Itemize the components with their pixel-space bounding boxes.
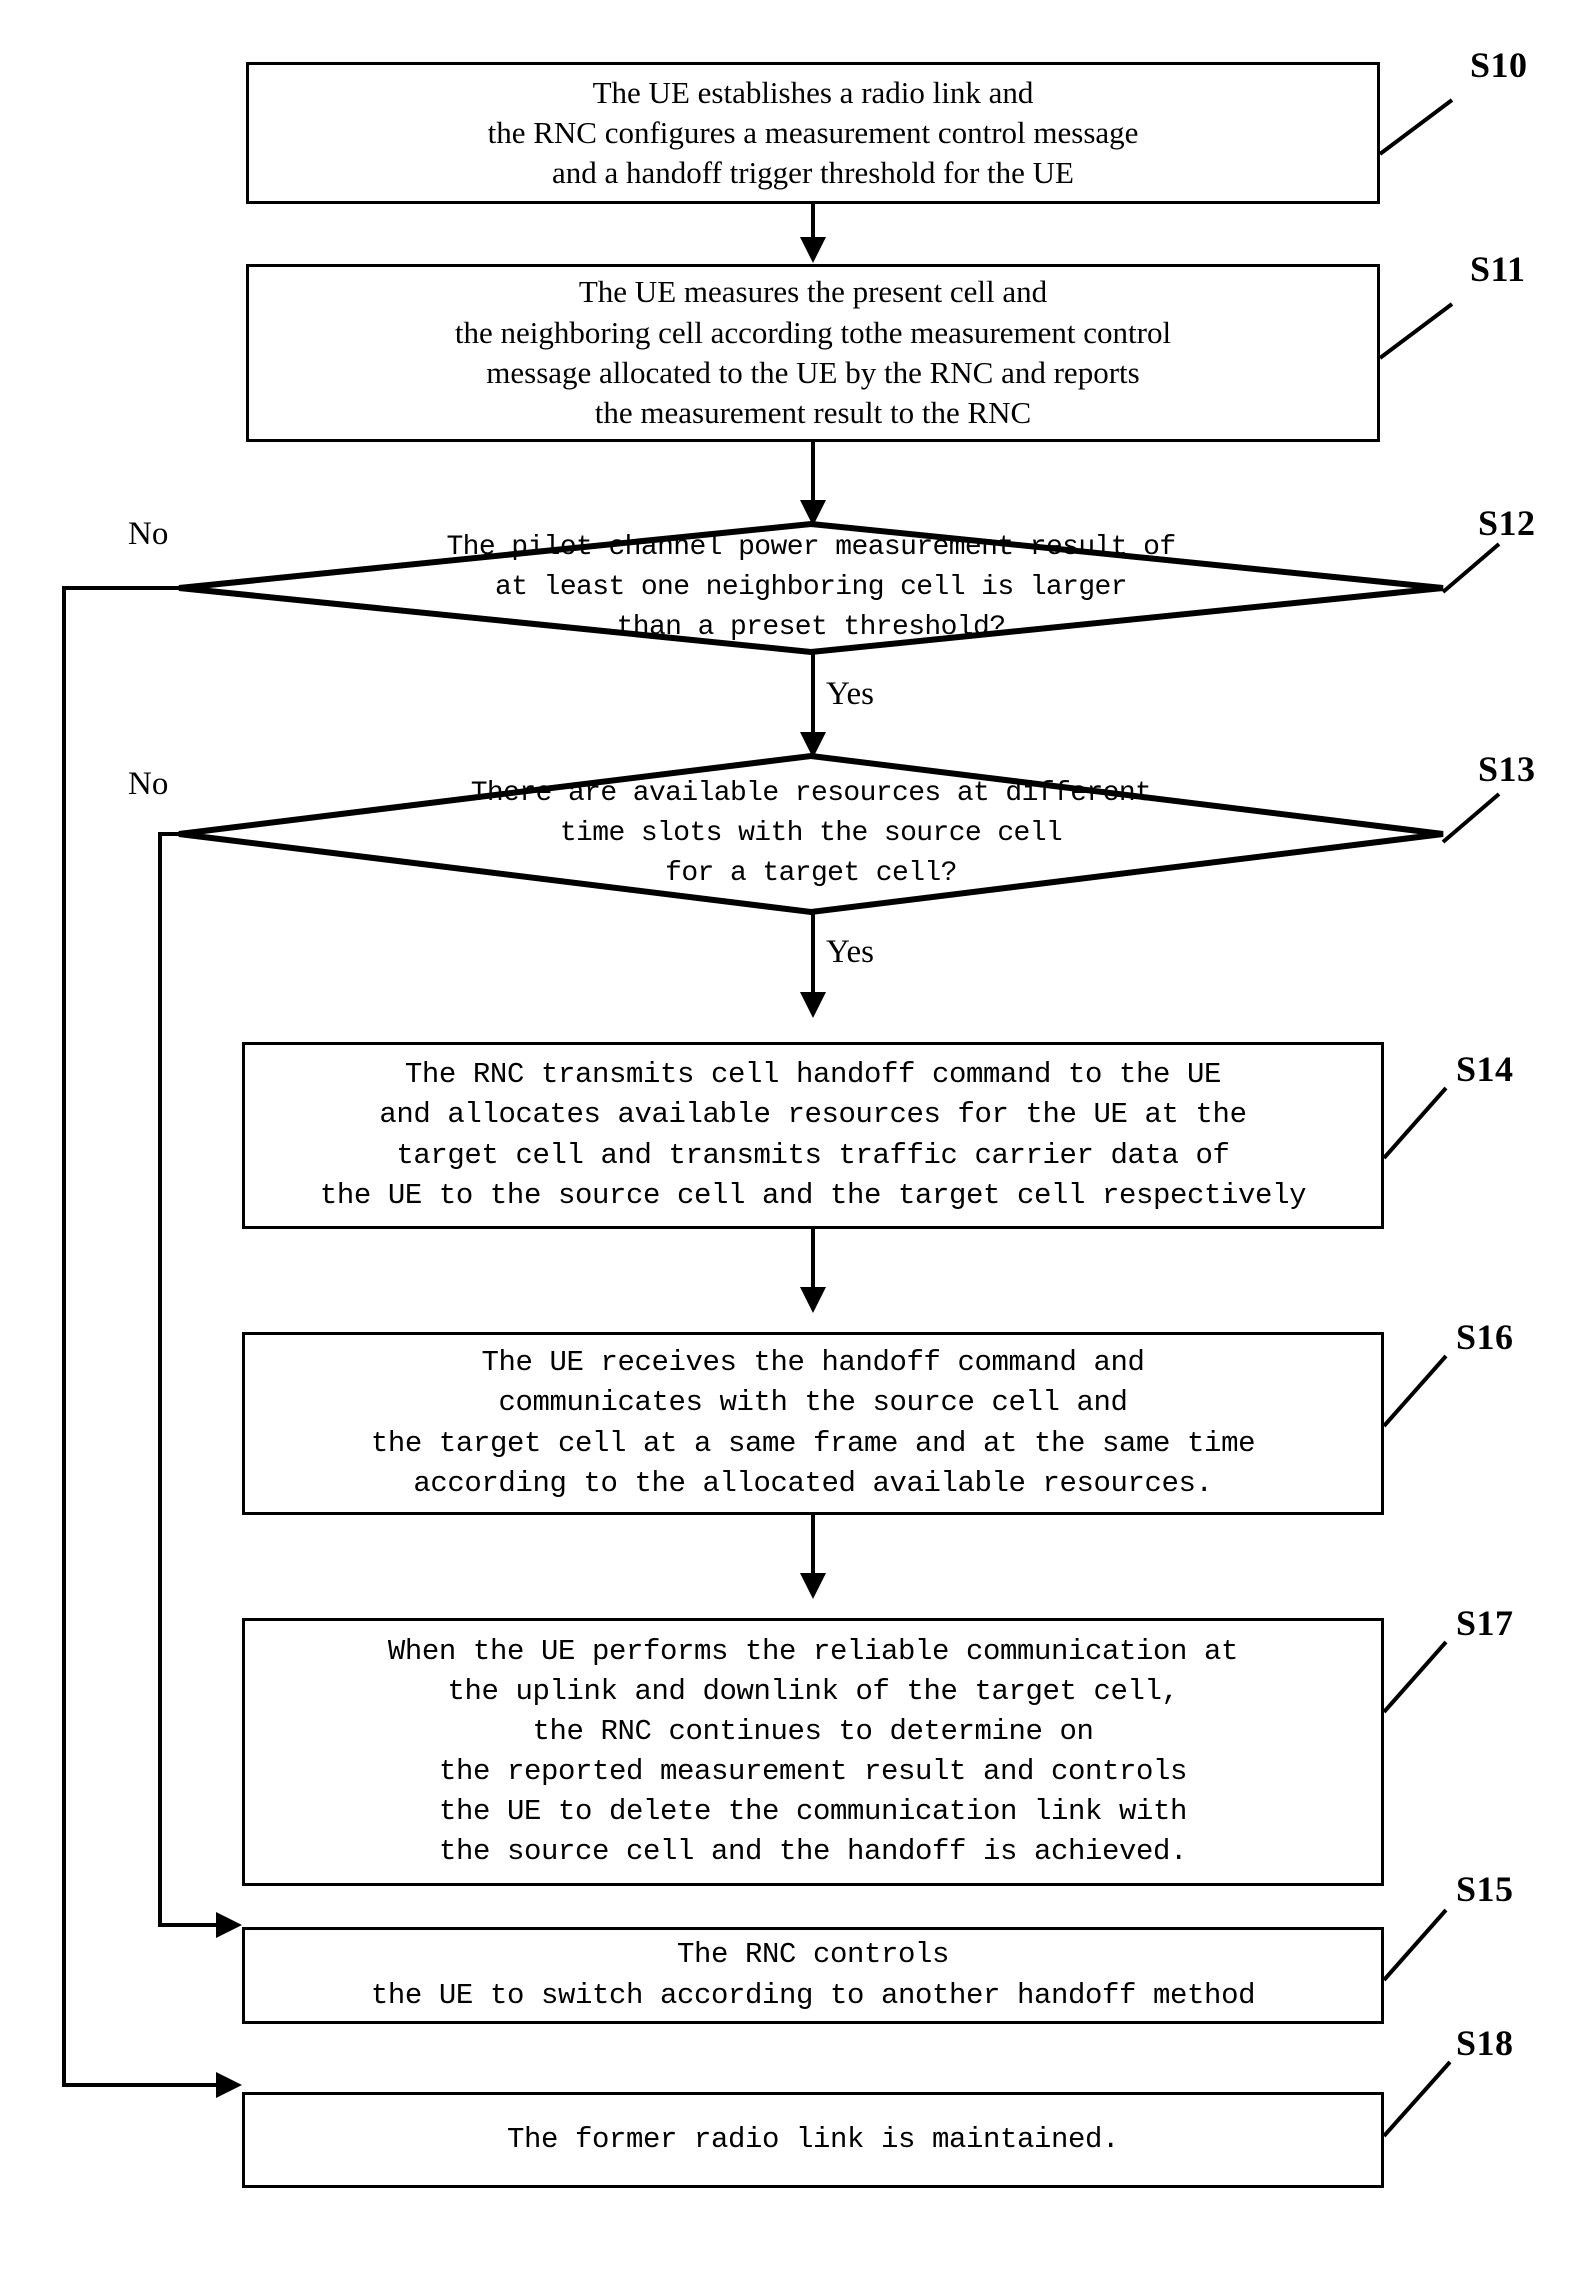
step-tag-s12: S12 — [1478, 503, 1536, 543]
edge-s12-no-h — [62, 586, 187, 590]
step-tag-s13: S13 — [1478, 749, 1536, 789]
leader-line-s18 — [1382, 2060, 1452, 2138]
node-s12: The pilot channel power measurement resu… — [175, 520, 1447, 656]
step-tag-s18: S18 — [1456, 2023, 1514, 2063]
node-s10: The UE establishes a radio link and the … — [246, 62, 1380, 204]
step-tag-s15: S15 — [1456, 1869, 1514, 1909]
node-s15-text: The RNC controls the UE to switch accord… — [370, 1938, 1256, 2012]
leader-line-s17 — [1382, 1640, 1448, 1714]
branch-label-s13-yes: Yes — [826, 934, 875, 970]
node-s11-text: The UE measures the present cell and the… — [454, 274, 1172, 431]
edge-s12-no-v — [62, 586, 66, 2087]
leader-line-s16 — [1382, 1354, 1448, 1428]
flowchart-canvas: The UE establishes a radio link and the … — [0, 0, 1570, 2276]
step-tag-s14: S14 — [1456, 1049, 1514, 1089]
node-s18: The former radio link is maintained. — [242, 2092, 1384, 2188]
node-s11: The UE measures the present cell and the… — [246, 264, 1380, 442]
edge-s12no-s18-h — [62, 2083, 220, 2087]
node-s12-shape — [178, 520, 1444, 656]
edge-s13-no-v — [158, 832, 162, 1925]
edge-s13-s14-arrow — [800, 992, 826, 1018]
step-tag-s17: S17 — [1456, 1603, 1514, 1643]
node-s14: The RNC transmits cell handoff command t… — [242, 1042, 1384, 1229]
edge-s10-s11-line — [811, 204, 815, 241]
node-s16: The UE receives the handoff command and … — [242, 1332, 1384, 1515]
leader-line-s13 — [1441, 792, 1501, 844]
edge-s10-s11-arrow — [800, 237, 826, 263]
edge-s16-s17-arrow — [800, 1573, 826, 1599]
edge-s13no-s15-h — [158, 1923, 220, 1927]
node-s13-shape — [178, 752, 1444, 916]
node-s16-text: The UE receives the handoff command and … — [370, 1346, 1256, 1500]
branch-label-s13-no: No — [128, 766, 169, 802]
leader-line-s12 — [1441, 542, 1501, 594]
node-s17-text: When the UE performs the reliable commun… — [387, 1634, 1239, 1869]
leader-line-s11 — [1378, 302, 1454, 360]
node-s17: When the UE performs the reliable commun… — [242, 1618, 1384, 1886]
step-tag-s11: S11 — [1470, 249, 1526, 289]
node-s14-text: The RNC transmits cell handoff command t… — [319, 1058, 1307, 1212]
leader-line-s14 — [1382, 1086, 1448, 1160]
step-tag-s16: S16 — [1456, 1317, 1514, 1357]
edge-s13no-s15-arrow — [216, 1912, 242, 1938]
node-s15: The RNC controls the UE to switch accord… — [242, 1927, 1384, 2024]
leader-line-s15 — [1382, 1908, 1448, 1982]
node-s13: There are available resources at differe… — [175, 752, 1447, 916]
branch-label-s12-no: No — [128, 516, 169, 552]
leader-line-s10 — [1378, 98, 1454, 156]
node-s18-text: The former radio link is maintained. — [506, 2122, 1120, 2156]
edge-s12no-s18-arrow — [216, 2072, 242, 2098]
edge-s13-no-h — [158, 832, 190, 836]
branch-label-s12-yes: Yes — [826, 676, 875, 712]
step-tag-s10: S10 — [1470, 45, 1528, 85]
edge-s14-s16-arrow — [800, 1287, 826, 1313]
node-s10-text: The UE establishes a radio link and the … — [487, 74, 1139, 191]
